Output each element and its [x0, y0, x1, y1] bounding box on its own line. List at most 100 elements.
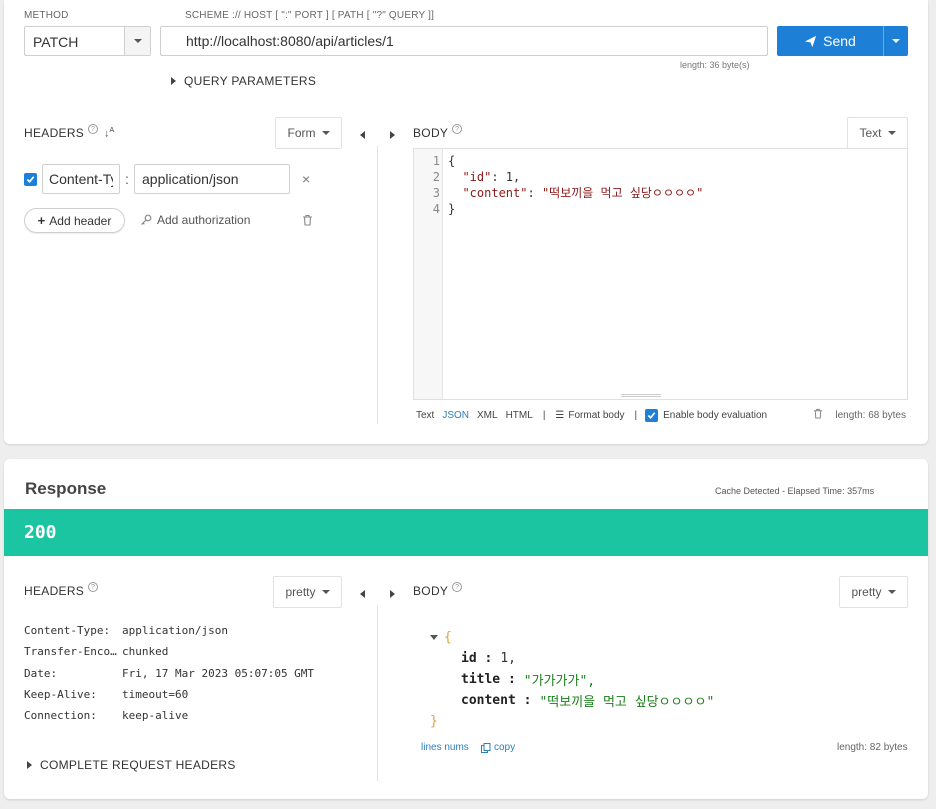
line-number: 3: [432, 186, 440, 200]
response-body-length: length: 82 bytes: [837, 742, 908, 753]
response-body-mode-select[interactable]: pretty: [839, 576, 908, 608]
collapse-json-icon[interactable]: [430, 635, 438, 640]
code-brace: {: [448, 154, 456, 168]
response-header-value: timeout=60: [122, 687, 189, 701]
body-length: length: 68 bytes: [835, 409, 906, 421]
code-line: "content": "떡보끼을 먹고 싶당ㅇㅇㅇㅇ": [462, 186, 704, 200]
body-title-text: BODY: [413, 126, 449, 140]
response-headers-mode-select[interactable]: pretty: [273, 576, 342, 608]
json-open-brace: {: [444, 630, 452, 645]
format-json-link[interactable]: JSON: [442, 410, 469, 421]
query-parameters-toggle[interactable]: QUERY PARAMETERS: [171, 74, 316, 88]
method-value: PATCH: [33, 34, 79, 50]
trash-icon[interactable]: [813, 408, 823, 422]
send-button-group: Send: [777, 26, 908, 56]
json-value: "떡보끼을 먹고 싶당ㅇㅇㅇㅇ": [539, 695, 715, 710]
header-name-input[interactable]: [42, 164, 120, 194]
json-close-line: }: [430, 711, 714, 732]
format-body-button[interactable]: ☰ Format body: [555, 410, 624, 421]
method-dropdown-button[interactable]: [124, 27, 150, 55]
help-icon: ?: [452, 124, 463, 134]
json-close-brace: }: [430, 714, 438, 729]
remove-header-icon[interactable]: ×: [302, 171, 310, 187]
resize-handle[interactable]: [621, 394, 661, 397]
response-headers-title: HEADERS ?: [24, 582, 99, 598]
body-title-text: BODY: [413, 584, 449, 598]
add-header-button[interactable]: + Add header: [24, 208, 125, 233]
header-colon: :: [125, 171, 129, 187]
header-enabled-checkbox[interactable]: [24, 173, 37, 186]
response-body-view: { id : 1, title : "가가가가", content : "떡보끼…: [430, 627, 714, 732]
chevron-down-icon: [887, 131, 896, 135]
expand-right-icon[interactable]: [390, 587, 395, 601]
response-headers-list: Content-Type: application/json Transfer-…: [24, 624, 314, 730]
add-authorization-label: Add authorization: [157, 213, 251, 227]
json-value: "가가가가",: [523, 674, 596, 689]
trash-icon[interactable]: [302, 214, 313, 229]
send-button[interactable]: Send: [777, 26, 883, 56]
expand-right-icon[interactable]: [390, 128, 395, 142]
request-headers-title: HEADERS ? ↓A: [24, 124, 114, 140]
code-brace: }: [448, 202, 456, 216]
body-mode-select[interactable]: Text: [847, 117, 908, 149]
format-html-link[interactable]: HTML: [506, 410, 533, 421]
json-key: title :: [461, 672, 516, 687]
response-header-row: Content-Type: application/json: [24, 624, 314, 645]
response-header-row: Transfer-Enco… chunked: [24, 645, 314, 666]
expand-arrow-icon: [171, 77, 176, 85]
response-header-row: Connection: keep-alive: [24, 709, 314, 730]
response-body-title: BODY ?: [413, 582, 463, 598]
json-rest: : 1,: [491, 170, 521, 184]
headers-title-text: HEADERS: [24, 126, 85, 140]
code-content: { "id": 1, "content": "떡보끼을 먹고 싶당ㅇㅇㅇㅇ" }: [448, 153, 703, 217]
request-body-title: BODY ?: [413, 124, 463, 140]
send-label: Send: [823, 33, 856, 49]
headers-title-text: HEADERS: [24, 584, 85, 598]
json-key: id :: [461, 651, 493, 666]
response-header-value: Fri, 17 Mar 2023 05:07:05 GMT: [122, 666, 315, 680]
help-icon: ?: [452, 582, 463, 592]
format-icon: ☰: [555, 409, 565, 421]
check-icon: [647, 411, 656, 419]
body-mode-label: pretty: [851, 585, 882, 599]
code-line: }: [448, 201, 703, 217]
collapse-left-icon[interactable]: [360, 587, 365, 601]
response-title: Response: [25, 479, 107, 498]
enable-eval-label: Enable body evaluation: [663, 409, 768, 421]
headers-mode-select[interactable]: Form: [275, 117, 342, 149]
format-text-link[interactable]: Text: [416, 410, 434, 421]
body-toolbar: Text JSON XML HTML | ☰ Format body | Ena…: [416, 408, 908, 422]
sort-icon[interactable]: ↓A: [104, 127, 114, 139]
json-field: id : 1,: [430, 648, 714, 669]
response-header-value: keep-alive: [122, 709, 189, 723]
body-editor[interactable]: 1 2 3 4 { "id": 1, "content": "떡보끼을 먹고 싶…: [413, 148, 908, 400]
complete-request-headers-toggle[interactable]: COMPLETE REQUEST HEADERS: [27, 758, 236, 772]
line-numbers: 1 2 3 4: [414, 153, 440, 217]
line-number: 4: [432, 202, 440, 216]
lines-nums-link[interactable]: lines nums: [421, 742, 469, 753]
request-panel: METHOD PATCH SCHEME :// HOST [ ":" PORT …: [4, 0, 928, 444]
separator: |: [542, 409, 546, 421]
collapse-left-icon[interactable]: [360, 128, 365, 142]
add-authorization-button[interactable]: Add authorization: [140, 213, 250, 227]
copy-button[interactable]: copy: [481, 742, 515, 753]
header-row: : ×: [24, 164, 324, 194]
response-header-name: Connection:: [24, 709, 97, 723]
format-xml-link[interactable]: XML: [477, 410, 498, 421]
send-options-button[interactable]: [883, 26, 908, 56]
code-line: "id": 1,: [448, 169, 703, 185]
header-value-input[interactable]: [134, 164, 290, 194]
format-body-label: Format body: [568, 409, 625, 421]
url-input[interactable]: [160, 26, 768, 56]
json-string: "떡보끼을 먹고 싶당ㅇㅇㅇㅇ": [541, 186, 704, 200]
enable-eval-checkbox[interactable]: [645, 408, 659, 422]
chevron-down-icon: [133, 39, 142, 43]
expand-arrow-icon: [27, 761, 32, 769]
help-icon: ?: [88, 124, 99, 134]
method-select[interactable]: PATCH: [24, 26, 151, 56]
cache-info: Cache Detected - Elapsed Time: 357ms: [715, 486, 875, 496]
json-key: "id": [462, 170, 492, 184]
copy-label: copy: [494, 742, 516, 753]
status-code: 200: [24, 522, 57, 543]
response-header-value: chunked: [122, 645, 169, 659]
